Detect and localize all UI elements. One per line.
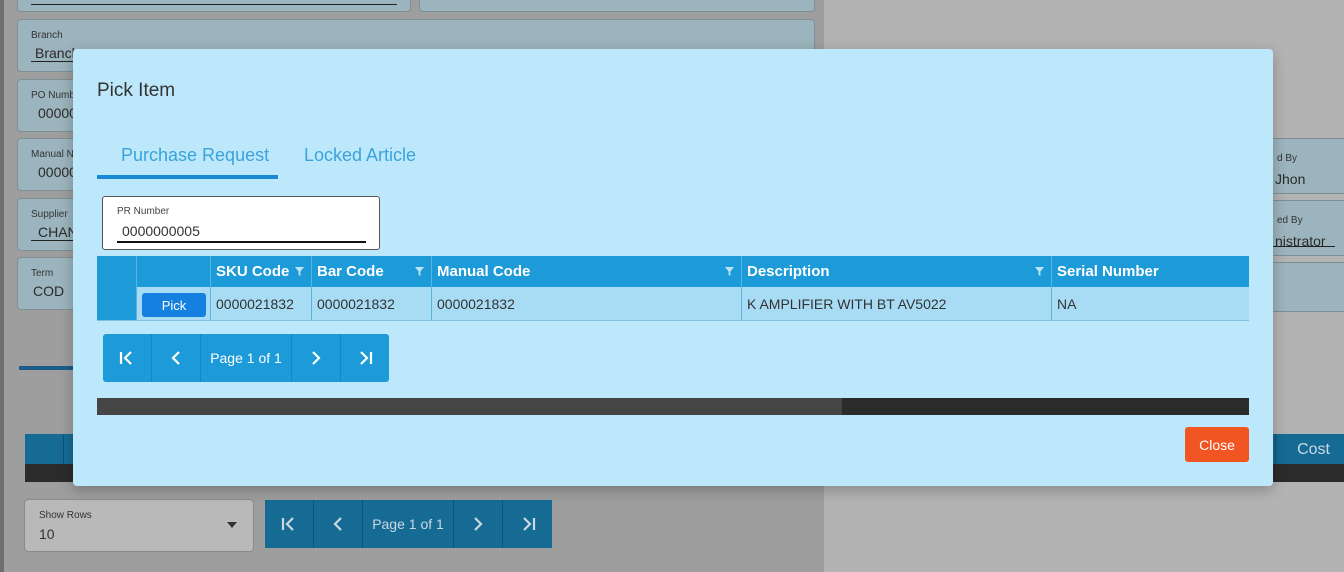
next-page-icon[interactable] xyxy=(292,334,341,382)
grid-header-description[interactable]: Description xyxy=(741,256,1051,287)
active-tab-underline xyxy=(97,175,278,179)
modal-title: Pick Item xyxy=(97,80,176,101)
prev-page-icon[interactable] xyxy=(152,334,201,382)
grid-header-serial-number-label: Serial Number xyxy=(1057,263,1159,280)
close-button[interactable]: Close xyxy=(1185,427,1249,462)
bg-approved-by-label: ed By xyxy=(1277,215,1303,226)
pr-number-field: PR Number xyxy=(102,196,380,250)
bg-show-rows-value: 10 xyxy=(39,526,55,542)
tab-purchase-request[interactable]: Purchase Request xyxy=(121,145,269,166)
bg-show-rows-select[interactable]: Show Rows 10 xyxy=(24,499,254,552)
grid-header-manual-code-label: Manual Code xyxy=(437,263,531,280)
grid-header-select xyxy=(97,256,136,287)
bg-supplier-value: CHAN xyxy=(38,224,78,240)
bg-tab-underline xyxy=(19,366,75,370)
row-description: K AMPLIFIER WITH BT AV5022 xyxy=(741,287,1051,320)
bg-term-label: Term xyxy=(31,268,54,279)
filter-icon[interactable] xyxy=(415,267,424,276)
bg-supplier-label: Supplier xyxy=(31,209,68,220)
horizontal-scrollbar[interactable] xyxy=(97,398,1249,415)
grid-header: SKU Code Bar Code Manual Code Descriptio… xyxy=(97,256,1249,287)
grid-header-description-label: Description xyxy=(747,263,830,280)
grid-header-sku-code-label: SKU Code xyxy=(216,263,290,280)
bg-top-field xyxy=(17,0,411,12)
row-manual-code: 0000021832 xyxy=(431,287,741,320)
bg-pager: Page 1 of 1 xyxy=(265,500,552,548)
items-grid: SKU Code Bar Code Manual Code Descriptio… xyxy=(97,256,1249,321)
first-page-icon[interactable] xyxy=(265,500,314,548)
modal-pager: Page 1 of 1 xyxy=(103,334,389,382)
last-page-icon[interactable] xyxy=(503,500,552,548)
row-sku-code: 0000021832 xyxy=(210,287,311,320)
bg-top-field-right xyxy=(419,0,815,12)
row-serial-number: NA xyxy=(1051,287,1249,320)
filter-icon[interactable] xyxy=(295,267,304,276)
page-indicator: Page 1 of 1 xyxy=(201,334,292,382)
bg-po-number-label: PO Numb xyxy=(31,90,75,101)
bg-cost-header: Cost xyxy=(1297,441,1330,458)
tab-locked-article[interactable]: Locked Article xyxy=(304,145,416,166)
grid-header-bar-code-label: Bar Code xyxy=(317,263,384,280)
row-bar-code: 0000021832 xyxy=(311,287,431,320)
bg-manual-no-value: 00000 xyxy=(38,164,77,180)
bg-po-number-value: 00000 xyxy=(38,105,77,121)
chevron-down-icon xyxy=(227,522,237,528)
bg-show-rows-label: Show Rows xyxy=(39,510,92,521)
grid-header-serial-number[interactable]: Serial Number xyxy=(1051,256,1249,287)
pick-item-modal: Pick Item Purchase Request Locked Articl… xyxy=(73,49,1273,486)
bg-term-value: COD xyxy=(33,283,65,299)
bg-page-indicator: Page 1 of 1 xyxy=(363,500,454,548)
grid-header-manual-code[interactable]: Manual Code xyxy=(431,256,741,287)
bg-branch-label: Branch xyxy=(31,30,63,41)
bg-created-by-label: d By xyxy=(1277,153,1298,164)
prev-page-icon[interactable] xyxy=(314,500,363,548)
bg-approved-by-field: ed By nistrator xyxy=(1270,200,1344,256)
bg-manual-no-label: Manual N xyxy=(31,149,74,160)
bg-right-field-3 xyxy=(1270,262,1344,312)
next-page-icon[interactable] xyxy=(454,500,503,548)
grid-header-action xyxy=(136,256,210,287)
bg-created-by-field: d By Jhon xyxy=(1270,138,1344,194)
pr-number-input[interactable] xyxy=(117,220,366,243)
first-page-icon[interactable] xyxy=(103,334,152,382)
row-select-cell[interactable] xyxy=(97,287,136,320)
table-row[interactable]: Pick 0000021832 0000021832 0000021832 K … xyxy=(97,287,1249,321)
grid-header-sku-code[interactable]: SKU Code xyxy=(210,256,311,287)
scrollbar-thumb[interactable] xyxy=(97,398,842,415)
filter-icon[interactable] xyxy=(1035,267,1044,276)
row-action-cell: Pick xyxy=(136,287,210,320)
pick-button[interactable]: Pick xyxy=(142,293,206,317)
filter-icon[interactable] xyxy=(725,267,734,276)
grid-header-bar-code[interactable]: Bar Code xyxy=(311,256,431,287)
last-page-icon[interactable] xyxy=(341,334,389,382)
bg-created-by-value: Jhon xyxy=(1275,171,1306,187)
pr-number-label: PR Number xyxy=(117,206,170,217)
